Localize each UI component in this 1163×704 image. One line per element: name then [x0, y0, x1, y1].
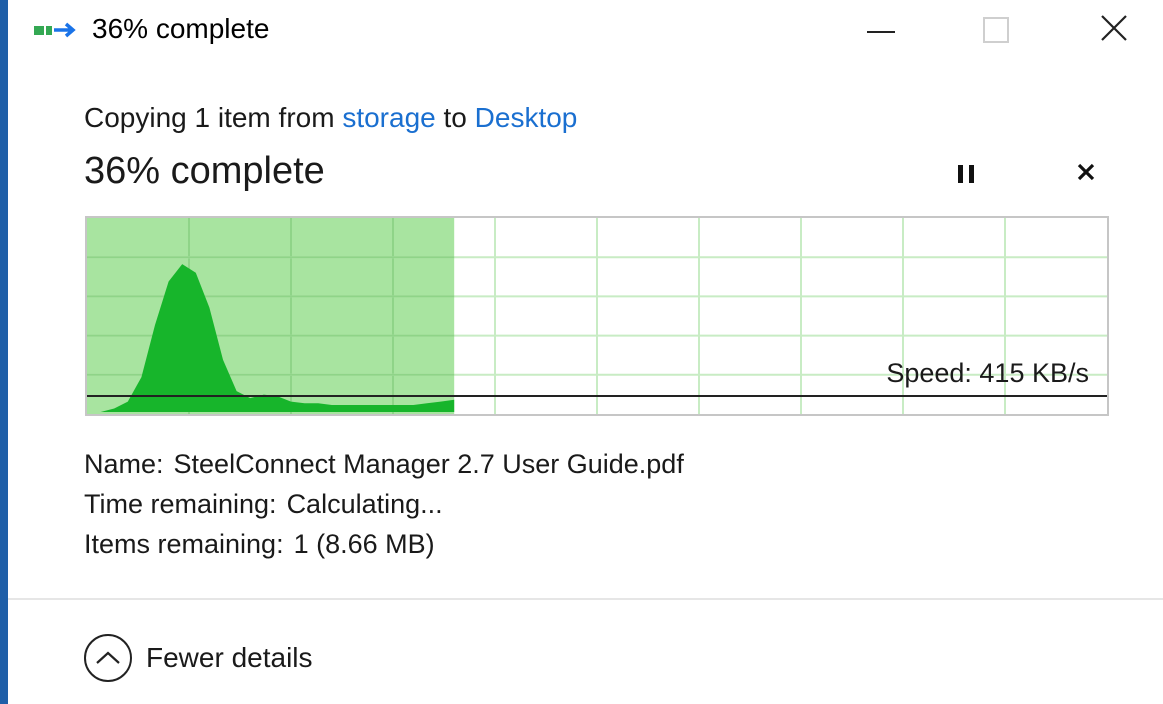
copy-transfer-icon [32, 20, 80, 42]
items-remaining-label: Items remaining: [84, 529, 284, 559]
progress-percent-heading: 36% complete [84, 150, 325, 192]
maximize-button[interactable] [956, 0, 1036, 60]
copy-progress-window: 36% complete Copying 1 item from storage… [0, 0, 1163, 704]
close-button[interactable] [1074, 0, 1154, 60]
close-icon [1100, 14, 1128, 47]
copy-middle-text: to [435, 102, 475, 133]
items-remaining-row: Items remaining: 1 (8.66 MB) [84, 524, 684, 564]
items-remaining-value: 1 (8.66 MB) [293, 529, 435, 559]
cancel-button[interactable] [1064, 156, 1108, 192]
window-title: 36% complete [92, 13, 270, 44]
pause-button[interactable] [944, 156, 988, 192]
pause-icon [958, 165, 974, 183]
title-bar: 36% complete [8, 0, 1163, 62]
footer: Fewer details [8, 600, 1163, 704]
minimize-icon [867, 31, 895, 33]
chevron-up-icon [84, 634, 132, 682]
maximize-icon [983, 17, 1009, 43]
destination-link[interactable]: Desktop [475, 102, 578, 133]
cancel-icon [1076, 162, 1096, 187]
source-link[interactable]: storage [342, 102, 435, 133]
copy-description: Copying 1 item from storage to Desktop [84, 100, 577, 136]
time-remaining-value: Calculating... [286, 489, 443, 519]
transfer-details: Name: SteelConnect Manager 2.7 User Guide… [84, 444, 684, 564]
name-value: SteelConnect Manager 2.7 User Guide.pdf [173, 449, 684, 479]
time-remaining-label: Time remaining: [84, 489, 277, 519]
name-row: Name: SteelConnect Manager 2.7 User Guide… [84, 444, 684, 484]
fewer-details-toggle[interactable]: Fewer details [84, 634, 313, 682]
name-label: Name: [84, 449, 164, 479]
copy-prefix-text: Copying 1 item from [84, 102, 343, 133]
fewer-details-label: Fewer details [146, 642, 313, 673]
transfer-speed-graph: Speed: 415 KB/s [85, 216, 1109, 416]
speed-label: Speed: 415 KB/s [886, 358, 1089, 388]
time-remaining-row: Time remaining: Calculating... [84, 484, 684, 524]
minimize-button[interactable] [841, 0, 921, 60]
